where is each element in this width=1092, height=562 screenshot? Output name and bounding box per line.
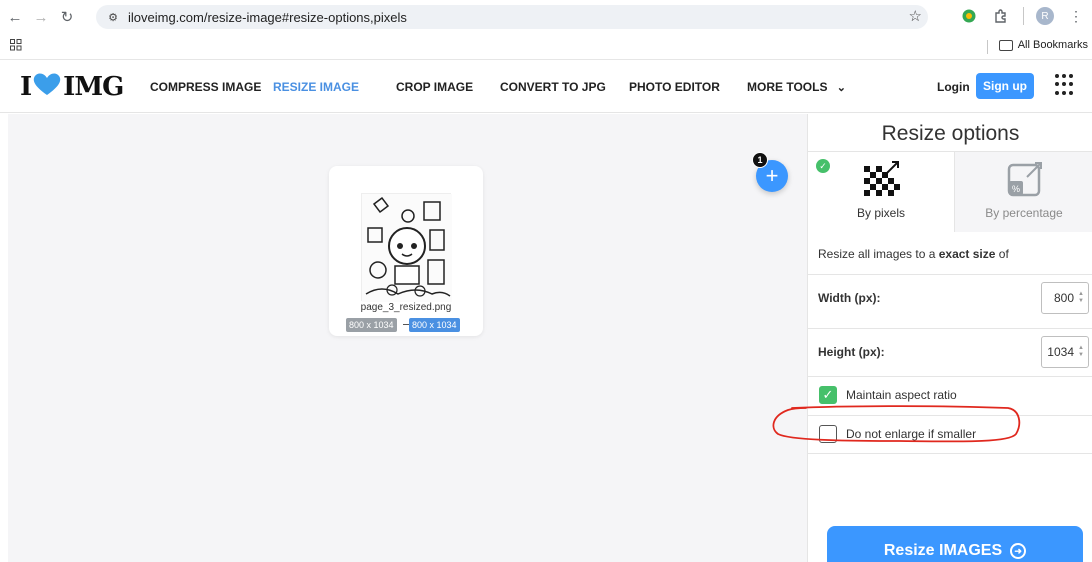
all-bookmarks-button[interactable]: All Bookmarks: [998, 39, 1088, 51]
tab-by-pixels-label: By pixels: [856, 206, 906, 220]
bookmarks-divider: [987, 40, 988, 54]
extensions-puzzle-icon[interactable]: [991, 6, 1011, 26]
extension-icon[interactable]: [959, 6, 979, 26]
file-count-badge: 1: [752, 152, 768, 168]
image-thumbnail: [361, 193, 452, 302]
arrow-right-icon: ➜: [1010, 543, 1027, 559]
original-dimensions-badge: 800 x 1034: [346, 318, 397, 332]
chevron-down-icon: ⌄: [836, 82, 847, 94]
maintain-aspect-label[interactable]: Maintain aspect ratio: [846, 388, 957, 402]
file-card[interactable]: page_3_resized.png 800 x 1034 800 x 1034: [329, 166, 483, 336]
menu-dots-icon[interactable]: ⋮: [1066, 6, 1086, 26]
svg-text:%: %: [1012, 184, 1020, 194]
resize-description: Resize all images to a exact size of: [818, 247, 1009, 261]
bookmarks-bar: All Bookmarks: [0, 34, 1092, 60]
logo-letter: I: [20, 72, 32, 102]
panel-title: Resize options: [881, 122, 1020, 145]
nav-resize-image[interactable]: RESIZE IMAGE: [273, 80, 359, 94]
file-name: page_3_resized.png: [360, 302, 452, 313]
width-input[interactable]: 800 ▲ ▼: [1041, 282, 1089, 314]
height-stepper[interactable]: ▲ ▼: [1077, 345, 1085, 361]
site-header: I IMG COMPRESS IMAGE RESIZE IMAGE CROP I…: [0, 61, 1092, 113]
tab-by-pixels[interactable]: ✓ By pixels: [808, 152, 955, 232]
height-row: Height (px): 1034 ▲ ▼: [808, 328, 1092, 375]
nav-crop-image[interactable]: CROP IMAGE: [396, 80, 473, 94]
resize-images-button[interactable]: Resize IMAGES ➜: [827, 526, 1083, 562]
height-value: 1034: [1047, 345, 1074, 359]
plus-icon: +: [765, 163, 779, 188]
reload-icon[interactable]: ↻: [56, 6, 78, 28]
folder-icon: [998, 39, 1013, 51]
bookmark-star-icon[interactable]: ☆: [909, 7, 922, 25]
url-text[interactable]: iloveimg.com/resize-image#resize-options…: [128, 10, 407, 25]
width-row: Width (px): 800 ▲ ▼: [808, 274, 1092, 321]
all-bookmarks-label: All Bookmarks: [1017, 39, 1088, 51]
nav-convert-to-jpg[interactable]: CONVERT TO JPG: [500, 80, 606, 94]
resize-images-label: Resize IMAGES: [883, 542, 1003, 559]
pixels-icon: [864, 161, 900, 196]
tab-by-percentage-label: By percentage: [985, 206, 1063, 220]
profile-avatar[interactable]: R: [1036, 7, 1054, 25]
back-icon[interactable]: ←: [4, 6, 26, 28]
annotation-circle: [772, 405, 1021, 443]
width-label: Width (px):: [818, 291, 881, 305]
resize-options-panel: Resize options ✓ By pixels % By percenta…: [807, 114, 1092, 562]
login-link[interactable]: Login: [937, 80, 970, 94]
nav-more-tools[interactable]: MORE TOOLS ⌄: [747, 80, 846, 94]
height-input[interactable]: 1034 ▲ ▼: [1041, 336, 1089, 368]
tab-by-percentage[interactable]: % By percentage: [955, 152, 1092, 232]
browser-toolbar: ← → ↻ ⚙ iloveimg.com/resize-image#resize…: [0, 0, 1092, 34]
apps-grid-icon[interactable]: [10, 39, 22, 54]
nav-more-tools-label: MORE TOOLS: [747, 80, 828, 94]
height-label: Height (px):: [818, 345, 885, 359]
logo-text: IMG: [63, 72, 124, 102]
heart-logo-icon: [32, 72, 62, 102]
workspace: page_3_resized.png 800 x 1034 800 x 1034…: [8, 114, 807, 562]
site-settings-icon[interactable]: ⚙: [104, 8, 122, 26]
selected-check-icon: ✓: [816, 159, 830, 173]
percentage-icon: %: [1007, 162, 1042, 197]
apps-menu-icon[interactable]: [1055, 74, 1077, 96]
maintain-aspect-checkbox[interactable]: ✓: [819, 386, 837, 404]
nav-photo-editor[interactable]: PHOTO EDITOR: [629, 80, 720, 94]
toolbar-divider: [1023, 7, 1024, 25]
width-value: 800: [1053, 291, 1074, 305]
browser-actions: R ⋮: [959, 6, 1086, 26]
resize-mode-tabs: ✓ By pixels % By percentage: [808, 151, 1092, 232]
signup-button[interactable]: Sign up: [976, 73, 1034, 99]
logo[interactable]: I IMG: [20, 72, 124, 102]
address-bar[interactable]: ⚙ iloveimg.com/resize-image#resize-optio…: [96, 5, 928, 29]
width-stepper[interactable]: ▲ ▼: [1077, 291, 1085, 307]
new-dimensions-badge: 800 x 1034: [409, 318, 460, 332]
forward-icon[interactable]: →: [30, 6, 52, 28]
nav-compress-image[interactable]: COMPRESS IMAGE: [150, 80, 261, 94]
